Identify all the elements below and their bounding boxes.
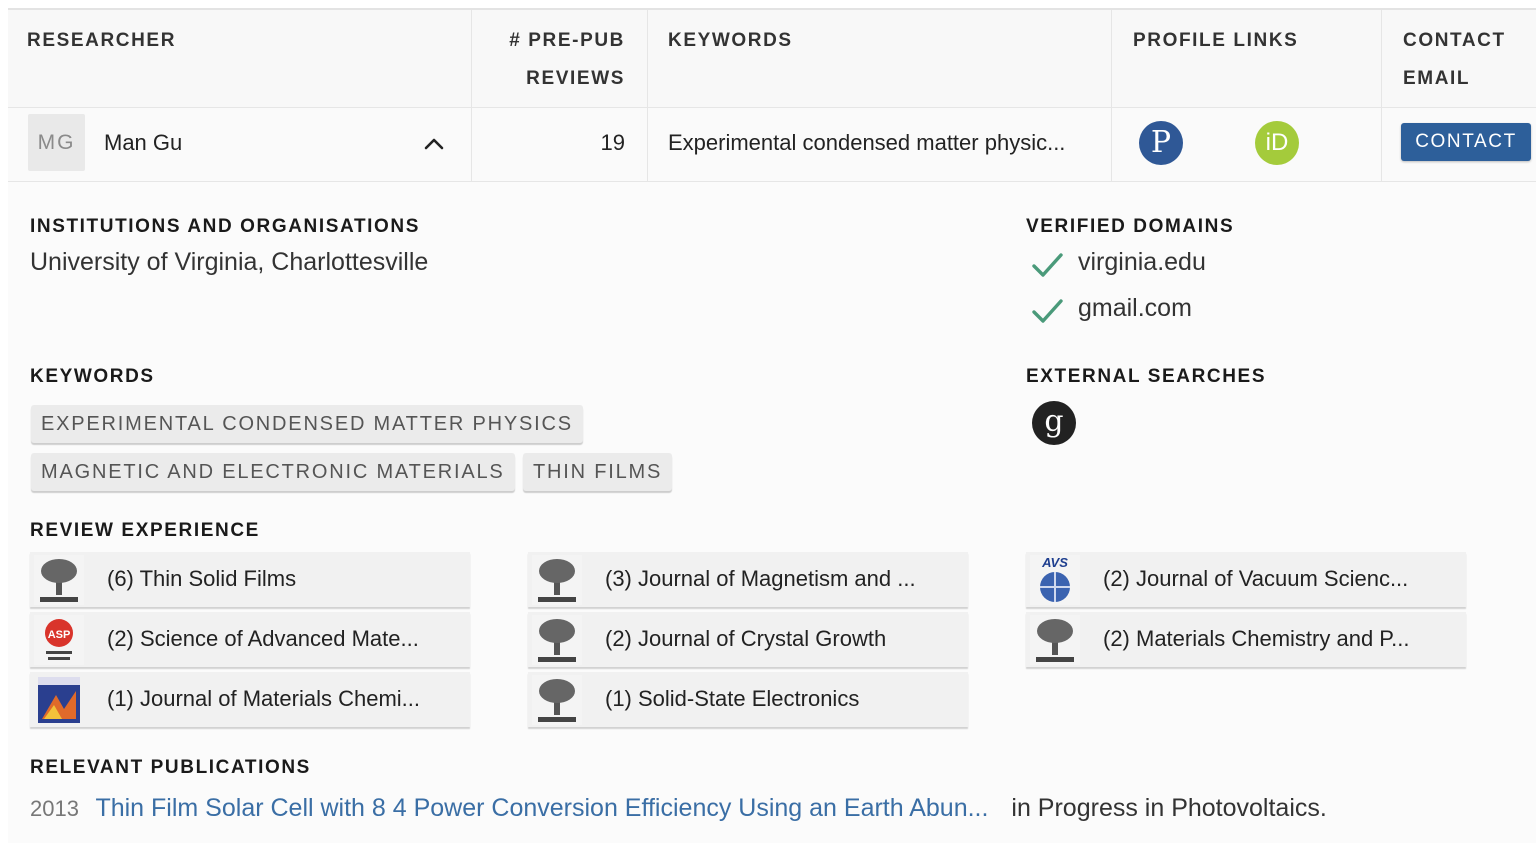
table-header: RESEARCHER # PRE-PUB REVIEWS KEYWORDS PR… — [8, 10, 1536, 108]
header-profile-links: PROFILE LINKS — [1112, 10, 1382, 108]
review-count: 19 — [600, 130, 625, 155]
header-reviews-line1: # PRE-PUB — [509, 30, 625, 51]
journal-item[interactable]: (3) Journal of Magnetism and ... — [528, 552, 968, 607]
header-researcher[interactable]: RESEARCHER — [8, 10, 472, 108]
keyword-chip[interactable]: EXPERIMENTAL CONDENSED MATTER PHYSICS — [31, 405, 583, 443]
domain-text: gmail.com — [1078, 294, 1192, 322]
keyword-chip[interactable]: MAGNETIC AND ELECTRONIC MATERIALS — [31, 453, 515, 491]
header-contact-email: CONTACT EMAIL — [1382, 10, 1536, 108]
relevant-publications-title: RELEVANT PUBLICATIONS — [30, 757, 311, 778]
journal-item[interactable]: (1) Journal of Materials Chemi... — [30, 672, 470, 727]
header-reviews[interactable]: # PRE-PUB REVIEWS — [472, 10, 648, 108]
profile-links-cell: P iD — [1112, 108, 1382, 182]
contact-cell: CONTACT — [1382, 108, 1536, 182]
journal-item[interactable]: (2) Journal of Crystal Growth — [528, 612, 968, 667]
google-scholar-icon[interactable]: g — [1032, 401, 1076, 445]
publication-venue: in Progress in Photovoltaics. — [1011, 794, 1327, 822]
verified-domain-item: virginia.edu — [1028, 248, 1328, 282]
journal-cover-icon — [38, 677, 80, 723]
journal-title: (1) Solid-State Electronics — [605, 686, 860, 711]
elsevier-logo-icon — [532, 675, 582, 725]
institutions-title: INSTITUTIONS AND ORGANISATIONS — [30, 216, 420, 237]
contact-button[interactable]: CONTACT — [1401, 123, 1531, 161]
journal-title: (2) Materials Chemistry and P... — [1103, 626, 1410, 651]
check-icon — [1032, 253, 1063, 277]
keywords-title: KEYWORDS — [30, 366, 155, 387]
institution-name: University of Virginia, Charlottesville — [30, 248, 429, 276]
header-keywords[interactable]: KEYWORDS — [648, 10, 1112, 108]
elsevier-logo-icon — [1030, 615, 1080, 665]
verified-domain-item: gmail.com — [1028, 294, 1328, 328]
elsevier-logo-icon — [532, 615, 582, 665]
asp-logo-icon: ASP — [34, 615, 84, 665]
researcher-name[interactable]: Man Gu — [104, 130, 182, 156]
publication-link[interactable]: Thin Film Solar Cell with 8 4 Power Conv… — [95, 794, 988, 822]
journal-title: (2) Journal of Vacuum Scienc... — [1103, 566, 1409, 591]
journal-item[interactable]: (2) Materials Chemistry and P... — [1026, 612, 1466, 667]
header-contact-line2: EMAIL — [1403, 68, 1471, 89]
journal-title: (2) Journal of Crystal Growth — [605, 626, 887, 651]
avs-logo-icon: AVS — [1030, 555, 1080, 605]
orcid-icon[interactable]: iD — [1255, 121, 1299, 165]
journal-item[interactable]: (1) Solid-State Electronics — [528, 672, 968, 727]
journal-item[interactable]: (6) Thin Solid Films — [30, 552, 470, 607]
journal-item[interactable]: ASP (2) Science of Advanced Mate... — [30, 612, 470, 667]
publication-item: 2013 Thin Film Solar Cell with 8 4 Power… — [30, 794, 1327, 823]
elsevier-logo-icon — [532, 555, 582, 605]
researcher-detail-panel: INSTITUTIONS AND ORGANISATIONS Universit… — [8, 182, 1536, 843]
verified-domains-title: VERIFIED DOMAINS — [1026, 216, 1235, 237]
svg-text:AVS: AVS — [1041, 555, 1068, 570]
review-experience-title: REVIEW EXPERIENCE — [30, 520, 260, 541]
domain-text: virginia.edu — [1078, 248, 1206, 276]
researcher-cell: MG Man Gu — [8, 108, 472, 182]
header-reviews-line2: REVIEWS — [526, 68, 625, 89]
svg-text:ASP: ASP — [48, 629, 71, 641]
reviews-cell: 19 — [472, 108, 648, 182]
journal-item[interactable]: AVS (2) Journal of Vacuum Scienc... — [1026, 552, 1466, 607]
journal-title: (6) Thin Solid Films — [107, 566, 297, 591]
journal-title: (2) Science of Advanced Mate... — [107, 626, 419, 651]
table-row[interactable]: MG Man Gu 19 Experimental condensed matt… — [8, 108, 1536, 182]
check-icon — [1032, 299, 1063, 323]
elsevier-logo-icon — [34, 555, 84, 605]
header-contact-line1: CONTACT — [1403, 30, 1506, 51]
keywords-summary: Experimental condensed matter physic... — [668, 130, 1066, 155]
external-searches-title: EXTERNAL SEARCHES — [1026, 366, 1267, 387]
publication-year: 2013 — [30, 796, 79, 821]
keyword-chip[interactable]: THIN FILMS — [523, 453, 673, 491]
avatar: MG — [28, 114, 85, 171]
chevron-up-icon[interactable] — [420, 130, 448, 158]
journal-title: (1) Journal of Materials Chemi... — [107, 686, 420, 711]
keywords-cell: Experimental condensed matter physic... — [648, 108, 1112, 182]
journal-title: (3) Journal of Magnetism and ... — [605, 566, 916, 591]
publons-icon[interactable]: P — [1139, 121, 1183, 165]
